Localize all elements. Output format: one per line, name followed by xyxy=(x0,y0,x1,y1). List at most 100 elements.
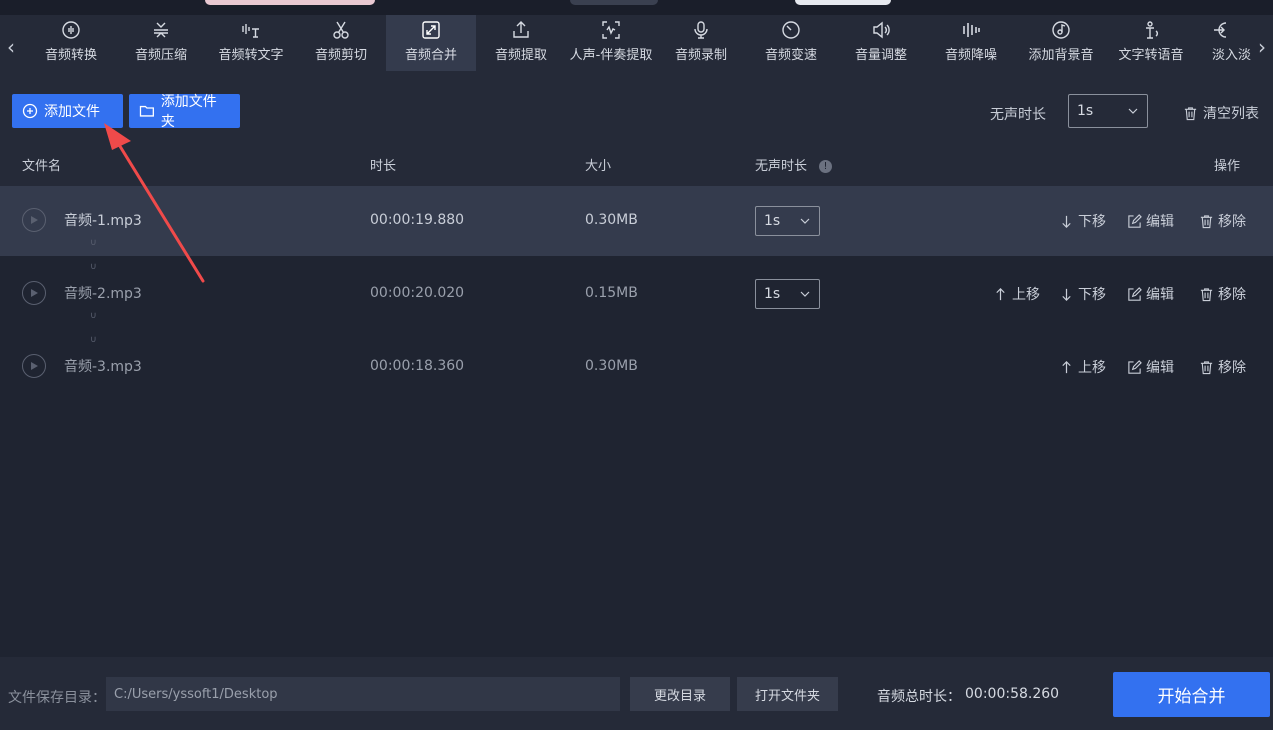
info-icon[interactable]: ! xyxy=(819,160,833,173)
file-duration: 00:00:20.020 xyxy=(370,285,465,301)
remove-button[interactable]: 移除 xyxy=(1199,357,1246,377)
window-tab-decoration xyxy=(795,0,891,5)
fade-icon xyxy=(1214,22,1227,38)
edit-label: 编辑 xyxy=(1146,287,1174,303)
add-file-button[interactable]: 添加文件 xyxy=(12,94,123,128)
row-silence-value: 1s xyxy=(764,213,781,229)
open-folder-button[interactable]: 打开文件夹 xyxy=(737,677,838,711)
table-row[interactable]: 音频-3.mp3 00:00:18.360 0.30MB 上移 编辑 移除 xyxy=(0,332,1273,402)
start-merge-button[interactable]: 开始合并 xyxy=(1113,672,1270,717)
file-size: 0.30MB xyxy=(585,358,638,374)
move-up-button[interactable]: 上移 xyxy=(993,284,1040,304)
trash-icon xyxy=(1200,360,1213,374)
tool-fade[interactable]: 淡入淡 xyxy=(1196,15,1256,71)
arrow-up-icon xyxy=(996,287,1005,300)
silence-duration-label: 无声时长 xyxy=(990,107,1046,123)
add-file-label: 添加文件 xyxy=(44,104,100,120)
row-silence-value: 1s xyxy=(764,286,781,302)
tool-audio-convert[interactable]: 音频转换 xyxy=(26,15,116,71)
tool-record[interactable]: 音频录制 xyxy=(656,15,746,71)
tool-label: 音频提取 xyxy=(494,48,547,63)
chevron-down-icon xyxy=(800,291,810,297)
tool-label: 音频变速 xyxy=(764,48,817,63)
header-silence: 无声时长! xyxy=(755,155,833,174)
tool-label: 音频转换 xyxy=(44,48,97,63)
folder-icon xyxy=(139,105,154,117)
add-folder-button[interactable]: 添加文件夹 xyxy=(129,94,240,130)
total-duration-value: 00:00:58.260 xyxy=(965,686,1060,702)
edit-button[interactable]: 编辑 xyxy=(1127,284,1174,304)
trash-icon xyxy=(1184,106,1197,120)
tool-bg-music[interactable]: 添加背景音 xyxy=(1016,15,1106,71)
edit-button[interactable]: 编辑 xyxy=(1127,357,1174,377)
header-ops: 操作 xyxy=(1214,159,1241,174)
trash-icon xyxy=(1200,214,1213,228)
arrow-down-icon xyxy=(1062,215,1071,228)
play-button[interactable] xyxy=(22,208,46,232)
merge-icon xyxy=(422,21,440,39)
tool-text-to-speech[interactable]: 文字转语音 xyxy=(1106,15,1196,71)
tool-compress[interactable]: 音频压缩 xyxy=(116,15,206,71)
edit-button[interactable]: 编辑 xyxy=(1127,211,1174,231)
arrow-up-icon xyxy=(1062,360,1071,373)
change-dir-button[interactable]: 更改目录 xyxy=(630,677,730,711)
play-button[interactable] xyxy=(22,281,46,305)
play-button[interactable] xyxy=(22,354,46,378)
row-spacer-glyph: ∪ xyxy=(90,311,97,321)
file-size: 0.15MB xyxy=(585,285,638,301)
tool-label: 文字转语音 xyxy=(1118,48,1184,63)
row-silence-select[interactable]: 1s xyxy=(755,279,820,309)
global-silence-select[interactable]: 1s xyxy=(1068,94,1148,128)
move-up-button[interactable]: 上移 xyxy=(1059,357,1106,377)
save-dir-input[interactable] xyxy=(106,677,620,711)
arrow-down-icon xyxy=(1062,288,1071,301)
tool-extract[interactable]: 音频提取 xyxy=(476,15,566,71)
volume-icon xyxy=(873,21,890,39)
save-dir-label: 文件保存目录： xyxy=(8,690,106,706)
audio-convert-icon xyxy=(62,21,80,39)
row-silence-select[interactable]: 1s xyxy=(755,206,820,236)
clear-list-button[interactable]: 清空列表 xyxy=(1183,103,1259,123)
scissors-icon xyxy=(333,21,349,39)
tool-label: 音量调整 xyxy=(854,48,907,63)
tool-label: 添加背景音 xyxy=(1028,48,1094,63)
compress-icon xyxy=(154,22,168,38)
tool-merge[interactable]: 音频合并 xyxy=(386,15,476,71)
table-row[interactable]: 音频-1.mp3 00:00:19.880 0.30MB 1s 下移 编辑 移除… xyxy=(0,186,1273,256)
play-icon xyxy=(31,216,38,224)
edit-icon xyxy=(1128,286,1142,301)
edit-icon xyxy=(1128,359,1142,374)
play-icon xyxy=(31,362,38,370)
row-spacer-glyph: ∪ xyxy=(90,238,97,248)
add-folder-label: 添加文件夹 xyxy=(160,94,217,130)
file-name: 音频-3.mp3 xyxy=(64,359,142,375)
tool-label: 音频录制 xyxy=(674,48,727,63)
file-duration: 00:00:18.360 xyxy=(370,358,465,374)
tool-vocal-separate[interactable]: 人声-伴奏提取 xyxy=(566,15,656,71)
remove-button[interactable]: 移除 xyxy=(1199,211,1246,231)
window-tab-decoration xyxy=(205,0,375,5)
toolbar-prev-arrow[interactable]: ‹ xyxy=(0,35,22,59)
tool-label: 淡入淡 xyxy=(1212,48,1252,63)
window-tab-decoration xyxy=(570,0,658,5)
tool-label: 音频合并 xyxy=(404,48,457,63)
global-silence-value: 1s xyxy=(1077,103,1094,119)
move-up-label: 上移 xyxy=(1078,360,1106,376)
text-to-speech-icon xyxy=(1146,21,1158,39)
tool-volume[interactable]: 音量调整 xyxy=(836,15,926,71)
tool-speech-to-text[interactable]: 音频转文字 xyxy=(206,15,296,71)
vocal-separate-icon xyxy=(602,21,620,39)
move-down-button[interactable]: 下移 xyxy=(1059,284,1106,304)
remove-label: 移除 xyxy=(1218,214,1246,230)
tool-denoise[interactable]: 音频降噪 xyxy=(926,15,1016,71)
tool-cut[interactable]: 音频剪切 xyxy=(296,15,386,71)
table-header: 文件名 时长 大小 无声时长! 操作 xyxy=(0,139,1273,186)
move-down-button[interactable]: 下移 xyxy=(1059,211,1106,231)
edit-label: 编辑 xyxy=(1146,214,1174,230)
remove-button[interactable]: 移除 xyxy=(1199,284,1246,304)
chevron-down-icon xyxy=(800,218,810,224)
chevron-down-icon xyxy=(1128,108,1138,114)
trash-icon xyxy=(1200,287,1213,301)
table-row[interactable]: 音频-2.mp3 00:00:20.020 0.15MB 1s 上移 下移 编辑… xyxy=(0,259,1273,329)
tool-speed[interactable]: 音频变速 xyxy=(746,15,836,71)
